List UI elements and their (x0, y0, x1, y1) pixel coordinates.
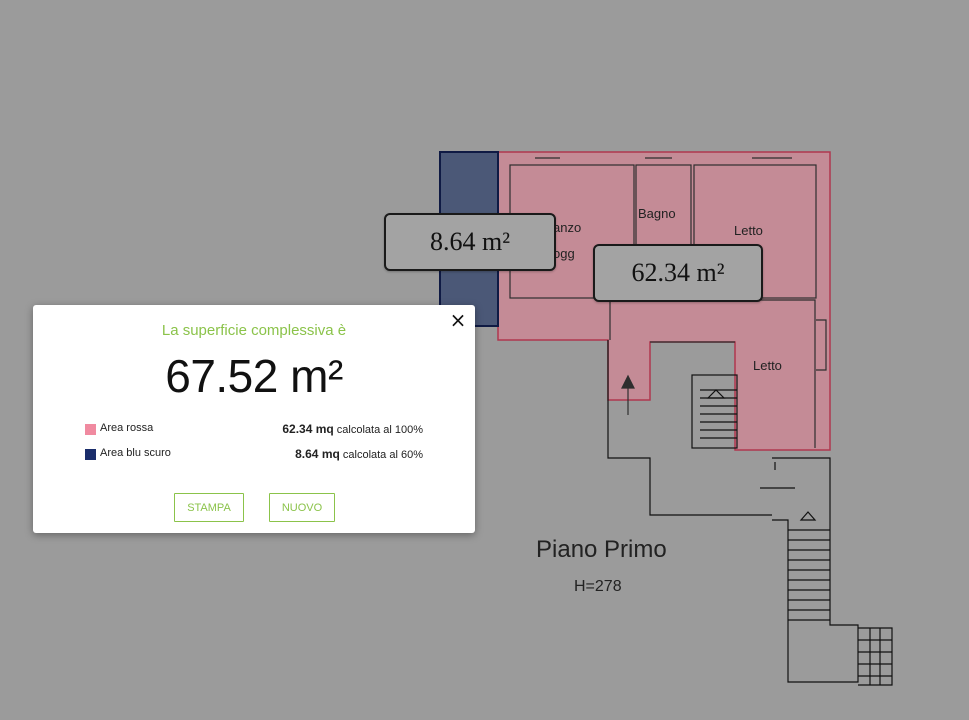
red-area-label: 62.34 m² (593, 244, 763, 302)
room-label-bagno: Bagno (638, 206, 676, 221)
red-area-suffix: calcolata al 100% (333, 424, 423, 436)
blue-area-value: 8.64 mq (295, 447, 340, 461)
surface-summary-dialog: × La superficie complessiva è 67.52 m² A… (33, 305, 475, 533)
blue-area-suffix: calcolata al 60% (339, 449, 423, 461)
floor-height: H=278 (574, 578, 622, 595)
room-label-soggiorno-2: ogg (553, 246, 575, 261)
room-label-letto-2: Letto (753, 358, 782, 373)
red-area-name: Area rossa (100, 422, 154, 434)
blue-area-value-line: 8.64 mq calcolata al 60% (295, 447, 423, 461)
print-button[interactable]: STAMPA (174, 493, 244, 522)
red-area-swatch (85, 424, 96, 435)
new-button[interactable]: NUOVO (269, 493, 335, 522)
blue-area-name: Area blu scuro (100, 447, 171, 459)
room-label-letto-1: Letto (734, 223, 763, 238)
blue-area-swatch (85, 449, 96, 460)
dialog-title: La superficie complessiva è (161, 322, 347, 339)
floor-title: Piano Primo (536, 536, 667, 563)
total-surface: 67.52 m² (165, 350, 343, 402)
red-area-value-line: 62.34 mq calcolata al 100% (282, 422, 423, 436)
blue-area-row: Area blu scuro 8.64 mq calcolata al 60% (85, 447, 423, 463)
blue-area-label: 8.64 m² (384, 213, 556, 271)
room-label-soggiorno-1: anzo (553, 220, 581, 235)
red-area-row: Area rossa 62.34 mq calcolata al 100% (85, 422, 423, 438)
red-area-value: 62.34 mq (282, 422, 334, 436)
